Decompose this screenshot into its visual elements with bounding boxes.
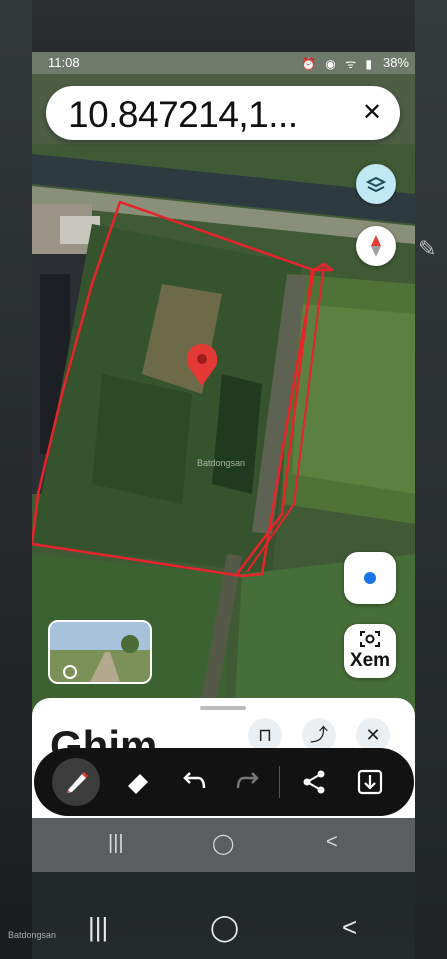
- inner-navigation-bar: ||| ◯ <: [32, 818, 415, 872]
- share-button[interactable]: [290, 758, 338, 806]
- markup-toolbar: [34, 748, 414, 816]
- coordinates-text[interactable]: 10.847214,1...: [68, 94, 298, 136]
- eraser-icon: [128, 774, 148, 794]
- inner-recents-button: |||: [108, 832, 124, 854]
- screenshot-preview: 11:08 ⏰ ◉ ᯤ ▮ 38% Batdongsan 10.847214,1…: [32, 52, 415, 872]
- inner-back-button: <: [326, 831, 338, 853]
- status-bar: 11:08 ⏰ ◉ ᯤ ▮ 38%: [32, 52, 415, 74]
- undo-button[interactable]: [170, 758, 218, 806]
- my-location-button[interactable]: [344, 552, 396, 604]
- eraser-tool-button[interactable]: [114, 758, 162, 806]
- compass-button[interactable]: [356, 226, 396, 266]
- save-bookmark-button[interactable]: ⊓: [248, 718, 282, 752]
- layers-icon: [365, 176, 387, 193]
- status-time: 11:08: [48, 55, 80, 70]
- undo-icon: [183, 772, 206, 789]
- background-right-edge: [415, 0, 447, 959]
- close-sheet-button[interactable]: ✕: [356, 718, 390, 752]
- background-left-edge: [0, 0, 32, 959]
- map-watermark: Batdongsan: [197, 458, 245, 468]
- redo-button[interactable]: [224, 758, 272, 806]
- camera-lens-icon: [360, 631, 380, 647]
- back-button[interactable]: <: [342, 912, 357, 943]
- redo-icon: [236, 772, 259, 789]
- sheet-drag-handle[interactable]: [200, 706, 246, 710]
- compass-icon: [371, 235, 381, 257]
- status-icons: ⏰ ◉ ᯤ ▮: [301, 57, 375, 71]
- home-button[interactable]: ◯: [210, 912, 239, 943]
- share-icon: [303, 770, 325, 794]
- view-button-label: Xem: [349, 650, 391, 671]
- pen-tool-button[interactable]: [52, 758, 100, 806]
- share-place-button[interactable]: ⤴: [302, 718, 336, 752]
- system-navigation-bar: ||| ◯ <: [0, 900, 447, 959]
- battery-level: 38%: [382, 55, 409, 70]
- pencil-icon: ✎: [418, 236, 437, 261]
- recents-button[interactable]: |||: [88, 912, 108, 943]
- location-dot-icon: [364, 572, 376, 584]
- layers-button[interactable]: [356, 164, 396, 204]
- view-lens-button[interactable]: Xem: [344, 624, 396, 678]
- close-icon[interactable]: ✕: [358, 99, 386, 127]
- search-bar[interactable]: 10.847214,1... ✕: [46, 86, 400, 140]
- download-icon: [357, 769, 383, 795]
- footer-watermark: Batdongsan: [8, 930, 57, 940]
- download-button[interactable]: [346, 758, 394, 806]
- inner-home-button: ◯: [212, 833, 235, 855]
- toolbar-divider: [279, 766, 280, 798]
- pen-icon: [67, 772, 88, 793]
- street-view-thumbnail[interactable]: [48, 620, 152, 684]
